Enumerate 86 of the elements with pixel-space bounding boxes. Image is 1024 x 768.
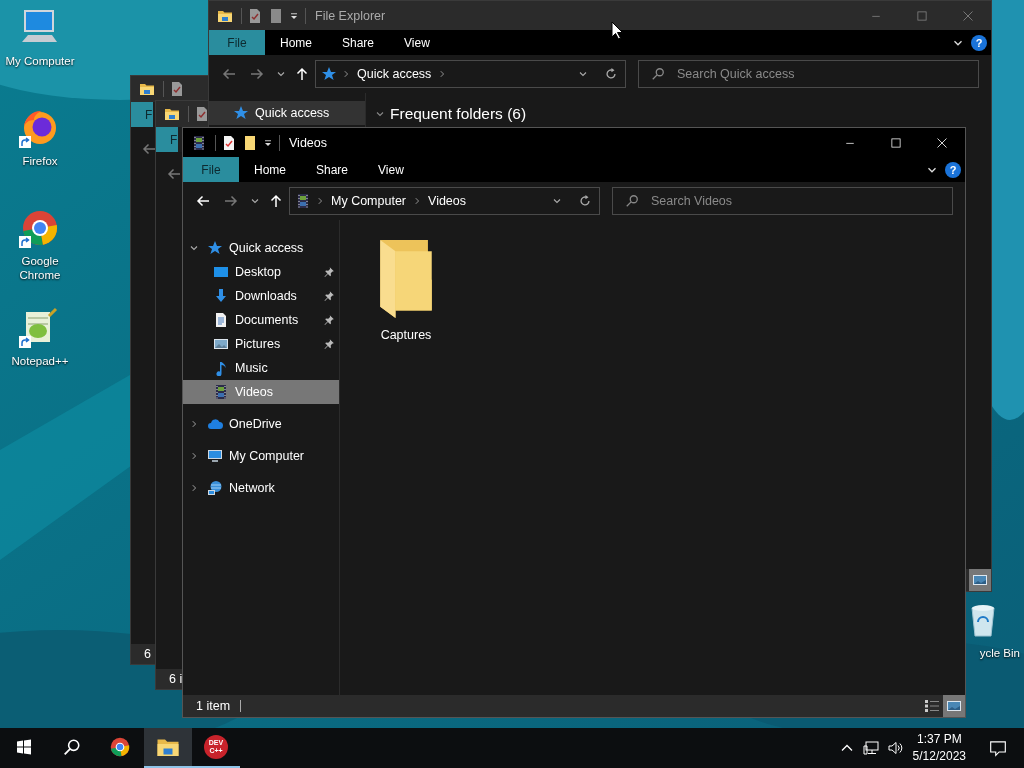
taskbar-app-button[interactable]: [144, 728, 192, 768]
back-arrow-icon: [141, 141, 157, 157]
nav-item[interactable]: Quick access: [183, 236, 339, 260]
search-field[interactable]: Search Videos: [612, 187, 953, 215]
volume-icon: [886, 740, 903, 756]
desktop-icon-label[interactable]: Firefox: [1, 154, 79, 168]
back-arrow-icon: [166, 166, 182, 182]
nav-item[interactable]: My Computer: [183, 444, 339, 468]
nav-item[interactable]: Downloads: [183, 284, 339, 308]
film-icon: [295, 193, 311, 209]
picture-icon: [213, 336, 229, 352]
folder-icon: [164, 106, 180, 122]
refresh-icon: [578, 194, 592, 208]
desktop-icon-label[interactable]: Google Chrome: [1, 254, 79, 282]
clock-date: 5/12/2023: [912, 748, 966, 765]
search-icon: [63, 738, 81, 756]
star-icon: [207, 240, 223, 256]
details-view-icon: [924, 698, 940, 714]
document-icon: [268, 7, 284, 24]
cloud-icon: [207, 416, 223, 432]
large-icons-view-icon: [972, 572, 988, 588]
large-icons-view-button[interactable]: [943, 695, 965, 717]
folder-icon: [378, 238, 434, 320]
star-icon: [321, 66, 337, 82]
windows-logo-icon: [16, 739, 32, 755]
star-icon: [233, 105, 249, 121]
checklist-icon: [247, 7, 263, 24]
document-icon: [213, 312, 229, 328]
clock[interactable]: 1:37 PM 5/12/2023: [906, 731, 972, 765]
chevron-right-icon: [315, 196, 325, 206]
item-count: 1 item: [196, 700, 242, 712]
ribbon-tab[interactable]: Home: [239, 157, 301, 182]
nav-item[interactable]: Desktop: [183, 260, 339, 284]
close-icon: [936, 136, 948, 149]
folder-label[interactable]: Captures: [380, 328, 432, 342]
checklist-icon: [169, 81, 185, 97]
ribbon-tab[interactable]: File: [183, 157, 239, 182]
clock-time: 1:37 PM: [916, 731, 962, 748]
address-bar[interactable]: My Computer Videos: [289, 187, 600, 215]
large-icons-view-icon: [946, 698, 962, 714]
desktop-icon-label[interactable]: Notepad++: [1, 354, 79, 368]
checklist-icon: [221, 134, 237, 151]
checklist-icon: [194, 106, 210, 122]
ribbon-tab[interactable]: F: [131, 102, 154, 127]
ribbon-tab[interactable]: F: [156, 127, 179, 152]
refresh-icon: [604, 67, 618, 81]
nav-item[interactable]: Music: [183, 356, 339, 380]
computer-icon: [207, 448, 223, 464]
item-count: 6: [144, 648, 152, 660]
back-arrow-icon: [195, 193, 211, 209]
nav-item[interactable]: Pictures: [183, 332, 339, 356]
music-note-icon: [213, 360, 229, 376]
folder-icon: [242, 134, 258, 151]
ribbon-tab[interactable]: View: [363, 157, 419, 182]
maximize-icon: [890, 136, 902, 149]
notification-icon: [989, 739, 1007, 757]
up-arrow-icon: [294, 66, 310, 82]
chevron-right-icon: [341, 69, 351, 79]
film-icon: [213, 384, 229, 400]
maximize-icon: [916, 9, 928, 22]
breadcrumb[interactable]: Videos: [426, 194, 469, 208]
desktop-icon-label[interactable]: ycle Bin: [979, 646, 1020, 660]
network-icon: [207, 480, 223, 496]
breadcrumb[interactable]: My Computer: [329, 194, 409, 208]
close-icon: [962, 9, 974, 22]
folder-icon: [139, 81, 155, 97]
forward-arrow-icon: [223, 193, 239, 209]
window-title: Videos: [289, 135, 327, 150]
up-arrow-icon: [268, 193, 284, 209]
download-icon: [213, 288, 229, 304]
app-icon: [108, 735, 132, 759]
nav-item[interactable]: Network: [183, 476, 339, 500]
desktop-icon-label[interactable]: My Computer: [1, 54, 79, 68]
back-arrow-icon: [221, 66, 237, 82]
window-title: File Explorer: [315, 8, 386, 23]
network-icon: [862, 740, 879, 756]
forward-arrow-icon: [249, 66, 265, 82]
item-count: 6 i: [169, 673, 184, 685]
desktop-icon: [213, 264, 229, 280]
nav-item[interactable]: Documents: [183, 308, 339, 332]
search-icon: [625, 194, 639, 208]
ribbon-tab[interactable]: Share: [301, 157, 364, 182]
nav-item[interactable]: OneDrive: [183, 412, 339, 436]
help-button[interactable]: ?: [945, 161, 961, 178]
search-icon: [651, 67, 665, 81]
nav-item[interactable]: Videos: [183, 380, 339, 404]
